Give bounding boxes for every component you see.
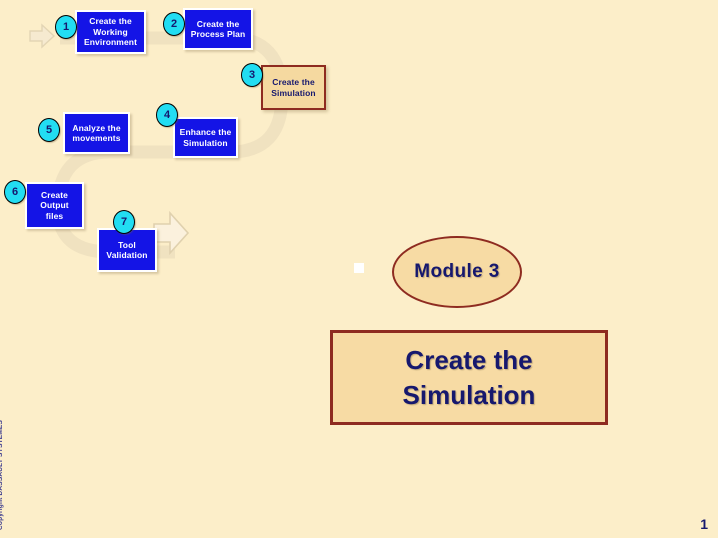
box3-line1: Create the	[272, 77, 315, 88]
step-badge-1: 1	[55, 15, 77, 39]
step-badge-7: 7	[113, 210, 135, 234]
process-box-create-process-plan[interactable]: Create the Process Plan	[183, 8, 253, 50]
box4-line1: Enhance the	[179, 127, 232, 138]
process-box-create-output-files[interactable]: Create Output files	[25, 182, 84, 229]
box1-line1: Create the	[89, 16, 132, 27]
box5-line1: Analyze the	[72, 122, 121, 133]
box5-line2: movements	[72, 133, 121, 143]
module-label-text: Module 3	[414, 261, 500, 282]
page-number: 1	[700, 516, 708, 532]
box3-line2: Simulation	[271, 87, 316, 98]
slide-title-line2: Simulation	[402, 379, 536, 410]
box6-line3: files	[45, 210, 64, 221]
box2-line2: Process Plan	[190, 29, 246, 39]
process-box-analyze-movements[interactable]: Analyze the movements	[63, 112, 130, 154]
step-badge-3: 3	[241, 63, 263, 87]
step-badge-6: 6	[4, 180, 26, 204]
slide-title-line1: Create the	[405, 345, 533, 376]
process-box-tool-validation[interactable]: Tool Validation	[97, 228, 157, 272]
box7-line1: Tool	[118, 239, 136, 250]
process-box-create-working-environment[interactable]: Create the Working Environment	[75, 10, 146, 54]
step-badge-4: 4	[156, 103, 178, 127]
copyright-notice: Copyright DASSAULT SYSTEMES	[0, 419, 4, 530]
box6-line2: Output	[40, 200, 69, 211]
start-chevron-right-icon	[29, 23, 56, 49]
step-badge-2: 2	[163, 12, 185, 36]
process-box-enhance-simulation[interactable]: Enhance the Simulation	[173, 117, 238, 158]
box1-line2: Working	[93, 26, 128, 37]
slide-canvas: 1 Create the Working Environment 2 Creat…	[0, 0, 718, 538]
box6-line1: Create	[40, 189, 69, 200]
box1-line3: Environment	[83, 37, 138, 48]
module-bullet-square-icon	[354, 263, 364, 273]
process-box-create-simulation[interactable]: Create the Simulation	[261, 65, 326, 110]
box2-line1: Create the	[196, 18, 240, 29]
box4-line2: Simulation	[183, 137, 228, 148]
box7-line2: Validation	[106, 250, 148, 260]
slide-title-box: Create the Simulation	[330, 330, 608, 425]
module-label: Module 3	[392, 236, 522, 308]
step-badge-5: 5	[38, 118, 60, 142]
